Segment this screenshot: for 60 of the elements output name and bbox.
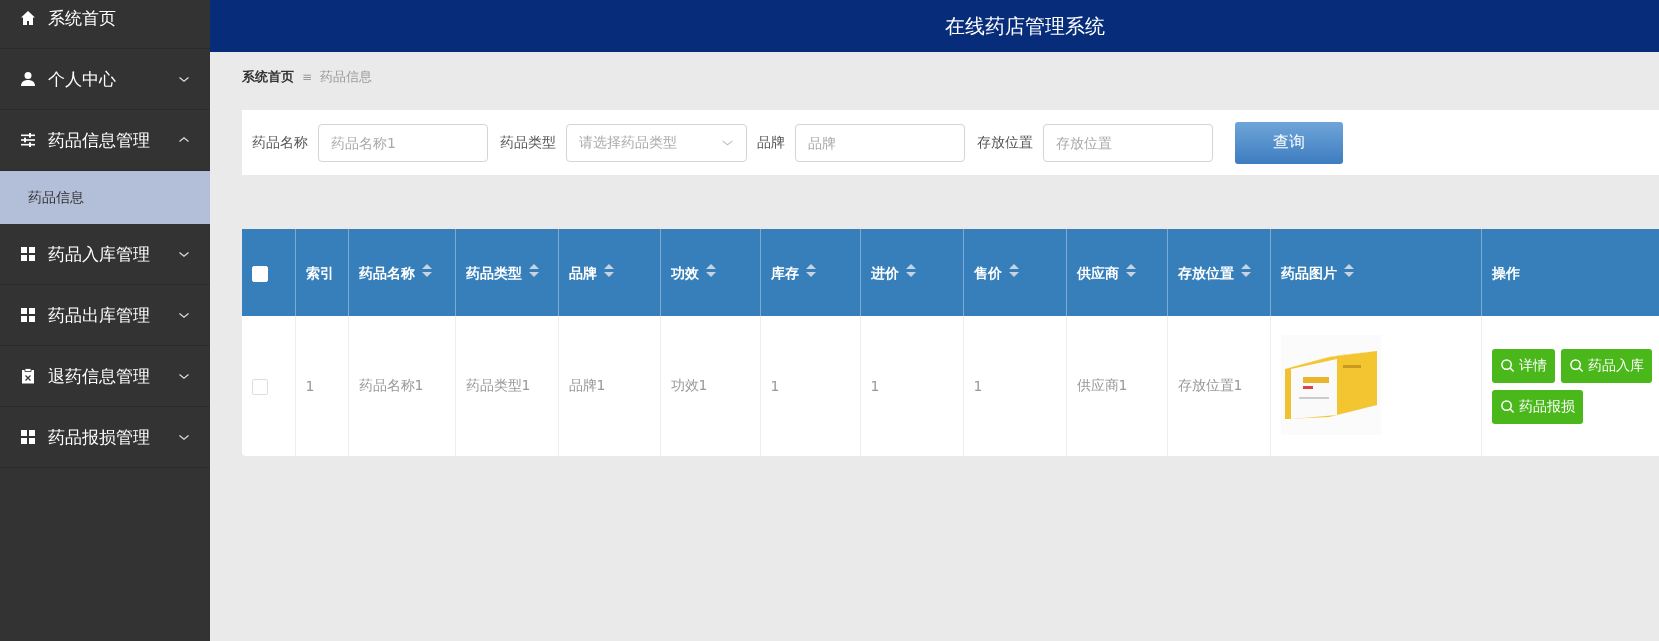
grid-icon <box>20 429 36 445</box>
breadcrumb-link[interactable]: 药品信息 <box>320 68 373 86</box>
column-header[interactable]: 售价 <box>963 229 1066 316</box>
field-label: 药品类型 <box>500 133 556 152</box>
column-header[interactable]: 进价 <box>860 229 963 316</box>
home-icon <box>20 10 36 26</box>
sort-icon <box>1007 262 1020 278</box>
user-icon <box>20 71 36 87</box>
field-label: 品牌 <box>757 133 785 152</box>
sort-icon <box>527 262 540 278</box>
table-cell: 功效1 <box>660 316 760 456</box>
sliders-icon <box>20 132 36 148</box>
column-header[interactable]: 药品名称 <box>348 229 455 316</box>
table-cell: 1 <box>295 316 348 456</box>
sort-icon <box>1342 262 1355 278</box>
column-header: 操作 <box>1481 229 1659 316</box>
action-button[interactable]: 药品报损 <box>1491 389 1583 424</box>
checkbox[interactable] <box>252 378 268 395</box>
clipboard-icon <box>20 368 36 384</box>
sort-icon <box>804 262 817 278</box>
select-field[interactable]: 请选择药品类型 <box>566 123 747 162</box>
sort-icon <box>602 262 615 278</box>
column-header: 索引 <box>295 229 348 316</box>
search-icon <box>1499 358 1515 373</box>
table-cell: 药品名称1 <box>348 316 455 456</box>
field-label: 存放位置 <box>977 133 1033 152</box>
query-button[interactable]: 查询 <box>1235 121 1343 164</box>
column-header[interactable]: 药品类型 <box>455 229 558 316</box>
table-cell: 品牌1 <box>558 316 660 456</box>
input-field[interactable]: 品牌 <box>795 123 965 162</box>
table-cell: 药品类型1 <box>455 316 558 456</box>
sort-icon <box>1124 262 1137 278</box>
sort-icon <box>420 262 433 278</box>
column-header[interactable]: 药品图片 <box>1270 229 1481 316</box>
table-cell: 1 <box>860 316 963 456</box>
input-field[interactable]: 药品名称1 <box>318 123 488 162</box>
breadcrumb-separator: ≡ <box>302 70 313 84</box>
submenu-item[interactable]: 药品信息 <box>0 171 210 224</box>
table-cell: 存放位置1 <box>1167 316 1270 456</box>
table-cell: 供应商1 <box>1066 316 1167 456</box>
column-header[interactable]: 存放位置 <box>1167 229 1270 316</box>
column-header[interactable]: 供应商 <box>1066 229 1167 316</box>
search-icon <box>1499 399 1515 414</box>
app-title: 在线药店管理系统 <box>944 12 1105 40</box>
field-label: 药品名称 <box>252 133 308 152</box>
action-button[interactable]: 药品入库 <box>1560 348 1652 383</box>
column-header[interactable]: 功效 <box>660 229 760 316</box>
search-icon <box>1568 358 1584 373</box>
sort-icon <box>904 262 917 278</box>
grid-icon <box>20 307 36 323</box>
table-cell: 1 <box>963 316 1066 456</box>
column-header[interactable]: 库存 <box>760 229 860 316</box>
action-button[interactable]: 详情 <box>1491 348 1555 383</box>
sort-icon <box>1239 262 1252 278</box>
input-field[interactable]: 存放位置 <box>1043 123 1213 162</box>
breadcrumb-link[interactable]: 系统首页 <box>242 68 294 86</box>
grid-icon <box>20 246 36 262</box>
table-cell: 1 <box>760 316 860 456</box>
column-header[interactable]: 品牌 <box>558 229 660 316</box>
sort-icon <box>704 262 717 278</box>
